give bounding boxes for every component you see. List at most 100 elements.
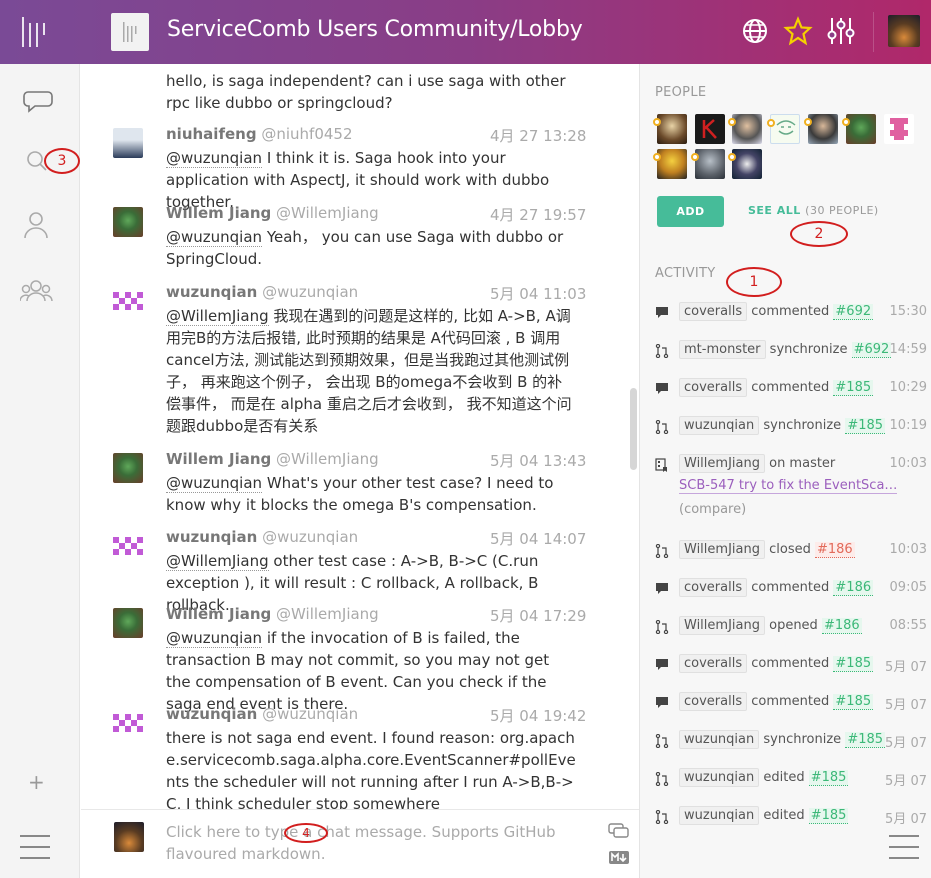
chat-scrollbar[interactable] [630,388,637,470]
activity-item: coveralls commented #692 15:30 [655,302,927,326]
activity-user[interactable]: coveralls [679,378,748,397]
community-icon[interactable] [20,276,56,308]
chat-icon[interactable] [20,84,56,116]
activity-user[interactable]: WillemJiang [679,454,765,473]
star-icon[interactable] [783,16,813,46]
pull-request-link[interactable]: #185 [833,656,874,672]
user-icon[interactable] [20,209,56,241]
annotation-3: 3 [44,148,80,174]
globe-icon[interactable] [740,16,770,46]
comment-icon [655,696,669,710]
avatar[interactable] [113,128,143,158]
activity-user[interactable]: WillemJiang [679,616,765,635]
avatar[interactable] [113,531,143,561]
author-username[interactable]: @WillemJiang [276,605,379,623]
avatar[interactable] [767,114,800,144]
message-time[interactable]: 5月 04 17:29 [490,605,586,626]
activity-user[interactable]: coveralls [679,654,748,673]
add-people-button[interactable]: ADD [657,196,724,227]
activity-user[interactable]: wuzunqian [679,806,760,825]
right-menu-icon[interactable] [889,835,919,868]
message-time[interactable]: 5月 04 11:03 [490,283,586,304]
avatar[interactable] [113,207,143,237]
pull-request-link[interactable]: #185 [845,732,886,748]
avatar[interactable] [653,149,687,179]
message-time[interactable]: 5月 04 14:07 [490,528,586,549]
avatar[interactable] [884,114,914,144]
avatar[interactable] [804,114,838,144]
message-time[interactable]: 5月 04 19:42 [490,705,586,726]
pull-request-link[interactable]: #692 [833,304,874,320]
plus-icon[interactable]: + [28,770,45,794]
pull-request-link[interactable]: #186 [821,618,862,634]
pull-request-link[interactable]: #185 [845,418,886,434]
message-time[interactable]: 4月 27 13:28 [490,125,586,146]
author-name[interactable]: wuzunqian [166,705,257,723]
activity-user[interactable]: coveralls [679,692,748,711]
commit-link[interactable]: SCB-547 try to fix the EventSca… [679,478,898,494]
avatar[interactable] [113,64,143,70]
avatar[interactable] [691,149,725,179]
chat-input[interactable]: Click here to type a chat message. Suppo… [166,821,586,865]
avatar[interactable] [842,114,876,144]
see-all-people-link[interactable]: SEE ALL (30 PEOPLE) [748,204,879,217]
settings-sliders-icon[interactable] [826,16,856,46]
avatar[interactable] [113,453,143,483]
author-username[interactable]: @wuzunqian [262,528,358,546]
gitter-room-icon [123,22,137,42]
avatar[interactable] [728,114,762,144]
author-username[interactable]: @niuhf0452 [261,125,352,143]
avatar[interactable] [728,149,762,179]
compare-link[interactable]: (compare) [679,502,746,517]
mention[interactable]: @wuzunqian [166,629,263,648]
avatar[interactable] [113,286,143,316]
author-username[interactable]: @wuzunqian [262,705,358,723]
pull-request-link[interactable]: #185 [833,380,874,396]
activity-user[interactable]: WillemJiang [679,540,765,559]
activity-action: commented [751,580,830,595]
mention[interactable]: @wuzunqian [166,228,263,247]
message-text: there is not saga end event. I found rea… [166,729,576,809]
annotation-1: 1 [726,267,782,297]
avatar[interactable] [695,114,725,144]
mention[interactable]: @WillemJiang [166,307,269,326]
markdown-icon[interactable] [608,850,630,866]
author-name[interactable]: niuhaifeng [166,125,257,143]
author-username[interactable]: @wuzunqian [262,283,358,301]
activity-user[interactable]: wuzunqian [679,416,760,435]
comment-icon [655,306,669,320]
pull-request-link[interactable]: #692 [851,342,892,358]
menu-icon[interactable] [20,835,50,868]
activity-user[interactable]: coveralls [679,302,748,321]
activity-user[interactable]: coveralls [679,578,748,597]
avatar[interactable] [653,114,687,144]
message-time[interactable]: 4月 27 19:57 [490,204,586,225]
avatar[interactable] [113,708,143,738]
user-avatar[interactable] [888,15,920,47]
compose-mode-icon[interactable] [608,822,630,840]
author-name[interactable]: Willem Jiang [166,450,271,468]
author-name[interactable]: Willem Jiang [166,204,271,222]
author-username[interactable]: @WillemJiang [276,450,379,468]
activity-user[interactable]: wuzunqian [679,768,760,787]
author-name[interactable]: Willem Jiang [166,605,271,623]
pull-request-link[interactable]: #186 [833,580,874,596]
pull-request-link[interactable]: #186 [815,542,855,558]
avatar[interactable] [113,608,143,638]
pull-request-link[interactable]: #185 [833,694,874,710]
pull-request-icon [655,619,669,635]
gitter-logo-icon[interactable] [20,15,50,49]
activity-user[interactable]: wuzunqian [679,730,760,749]
avatar[interactable] [114,822,144,852]
pull-request-link[interactable]: #185 [808,770,849,786]
mention[interactable]: @wuzunqian [166,149,263,168]
activity-user[interactable]: mt-monster [679,340,766,359]
activity-time: 5月 07 [885,774,927,789]
pull-request-link[interactable]: #185 [808,808,849,824]
author-username[interactable]: @WillemJiang [276,204,379,222]
mention[interactable]: @wuzunqian [166,474,263,493]
message-time[interactable]: 5月 04 13:43 [490,450,586,471]
author-name[interactable]: wuzunqian [166,283,257,301]
mention[interactable]: @WillemJiang [166,552,269,571]
author-name[interactable]: wuzunqian [166,528,257,546]
